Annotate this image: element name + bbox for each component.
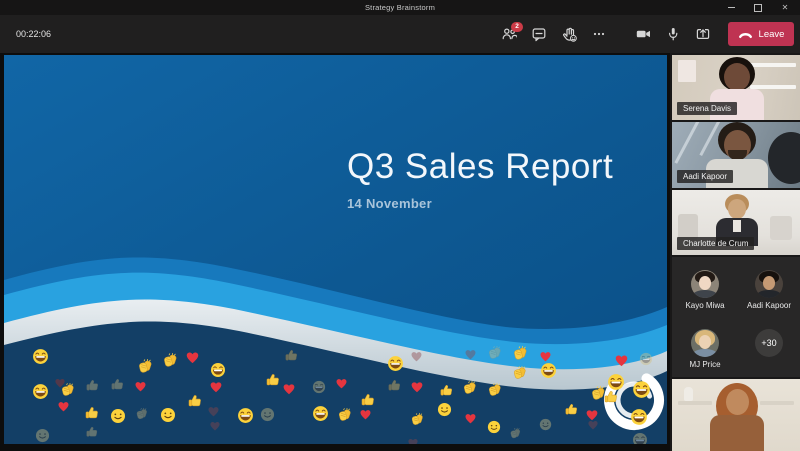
chat-button[interactable] [526,21,552,47]
audio-participants-panel: Kayo Miwa Aadi Kapoor MJ Price +30 [672,257,800,377]
video-tile-serena-davis[interactable]: Serena Davis [672,55,800,120]
participants-badge: 2 [511,22,523,32]
hangup-icon [738,32,752,38]
avatar-aadi-kapoor[interactable] [755,270,783,298]
more-icon [593,32,605,36]
titlebar: Strategy Brainstorm ✕ [0,0,800,15]
presentation-slide[interactable]: Q3 Sales Report 14 November [4,55,667,444]
more-button[interactable] [586,21,612,47]
microphone-icon [669,28,678,41]
share-screen-icon [696,28,710,40]
chat-icon [532,28,546,42]
video-tile-charlotte-de-crum[interactable]: Charlotte de Crum [672,190,800,255]
participants-button[interactable]: 2 [496,21,523,47]
leave-label: Leave [758,28,785,40]
slide-wave-background [4,55,667,444]
participant-name-label: Charlotte de Crum [677,237,755,250]
close-button[interactable]: ✕ [780,3,790,13]
participant-name-label: Serena Davis [677,102,738,115]
overflow-count: +30 [761,338,777,348]
avatar-mj-price[interactable] [691,329,719,357]
self-video-tile[interactable] [672,379,800,451]
video-feed [672,379,800,451]
meeting-timer: 00:22:06 [16,29,52,39]
overflow-participants-bubble[interactable]: +30 [755,329,783,357]
maximize-button[interactable] [753,3,763,13]
slide-subtitle: 14 November [347,196,432,211]
participant-rail: Serena Davis Aadi Kapoor Charlotte de Cr… [670,53,800,451]
teams-meeting-window: Strategy Brainstorm ✕ 00:22:06 2 Leave Q… [0,0,800,451]
share-screen-button[interactable] [690,21,716,47]
camera-icon [636,30,650,38]
avatar-name-label: Kayo Miwa [685,301,725,310]
slide-title: Q3 Sales Report [347,147,614,186]
shared-content-stage: Q3 Sales Report 14 November [0,53,670,451]
leave-button[interactable]: Leave [728,22,794,46]
reactions-button[interactable] [556,21,582,47]
microphone-button[interactable] [660,21,686,47]
reactions-icon [563,27,577,42]
avatar-kayo-miwa[interactable] [691,270,719,298]
avatar-name-label: Aadi Kapoor [746,301,792,310]
window-title: Strategy Brainstorm [364,3,436,12]
meeting-toolbar: 00:22:06 2 Leave [0,15,800,53]
video-tile-aadi-kapoor[interactable]: Aadi Kapoor [672,122,800,188]
camera-button[interactable] [630,21,656,47]
avatar-name-label: MJ Price [689,360,721,369]
minimize-button[interactable] [726,3,736,13]
participant-name-label: Aadi Kapoor [677,170,734,183]
